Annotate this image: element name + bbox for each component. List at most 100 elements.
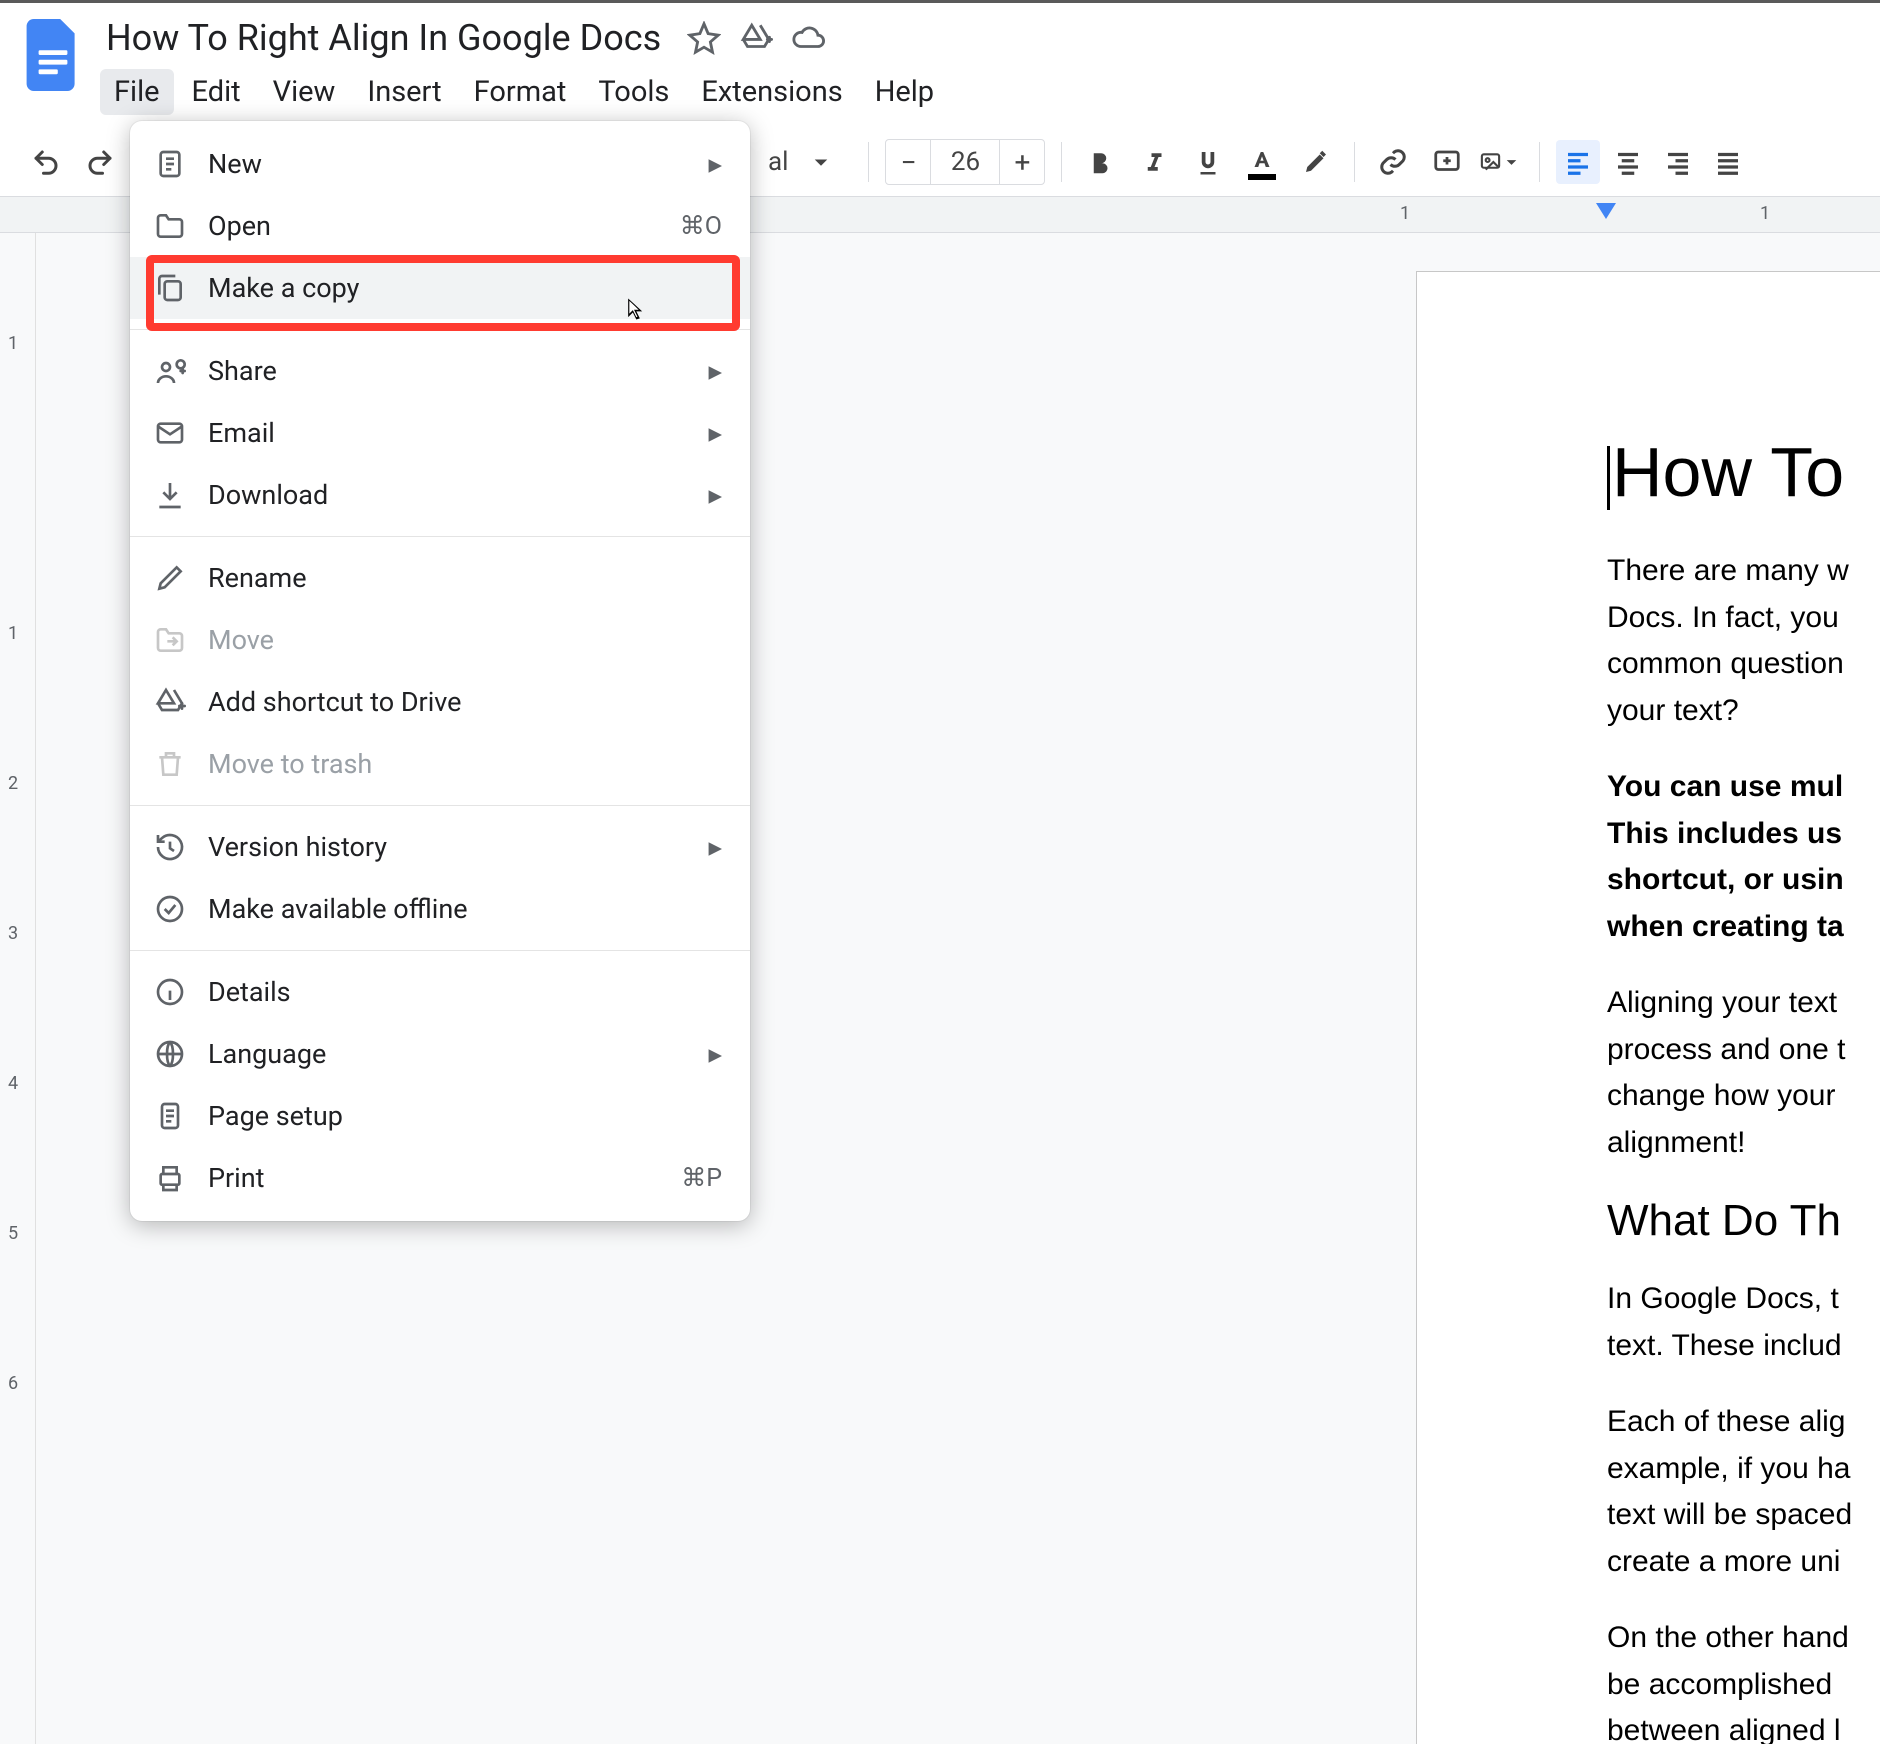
menu-item-label: Details xyxy=(208,976,722,1008)
mail-icon xyxy=(154,417,186,449)
separator xyxy=(1354,142,1355,182)
folder-icon xyxy=(154,210,186,242)
menu-item-version-history[interactable]: Version history ▸ xyxy=(130,816,750,878)
text-caret xyxy=(1607,446,1610,510)
menu-separator xyxy=(130,329,750,330)
menu-item-label: Version history xyxy=(208,831,686,863)
rename-icon xyxy=(154,562,186,594)
menu-item-page-setup[interactable]: Page setup xyxy=(130,1085,750,1147)
menu-item-details[interactable]: Details xyxy=(130,961,750,1023)
menu-help[interactable]: Help xyxy=(861,69,948,115)
doc-paragraph: In Google Docs, t text. These includ xyxy=(1607,1276,1880,1369)
ruler-tick-label: 5 xyxy=(8,1223,18,1244)
menu-item-add-shortcut-to-drive[interactable]: Add shortcut to Drive xyxy=(130,671,750,733)
menu-item-email[interactable]: Email ▸ xyxy=(130,402,750,464)
menu-item-label: Page setup xyxy=(208,1100,722,1132)
menu-item-make-a-copy[interactable]: Make a copy xyxy=(130,257,750,319)
menu-item-label: Add shortcut to Drive xyxy=(208,686,722,718)
menu-edit[interactable]: Edit xyxy=(178,69,255,115)
doc-paragraph: On the other hand be accomplished betwee… xyxy=(1607,1615,1880,1744)
menu-file[interactable]: File xyxy=(100,69,174,115)
ruler-tick-label: 1 xyxy=(8,333,18,354)
align-left-button[interactable] xyxy=(1556,140,1600,184)
document-page[interactable]: How To There are many w Docs. In fact, y… xyxy=(1416,271,1880,1744)
italic-button[interactable] xyxy=(1132,140,1176,184)
ruler-tick-label: 1 xyxy=(1760,203,1770,224)
menu-item-label: Print xyxy=(208,1162,659,1194)
text-color-button[interactable] xyxy=(1240,140,1284,184)
font-size-group: − 26 + xyxy=(885,139,1045,185)
docs-logo-icon[interactable] xyxy=(24,15,82,95)
font-size-increase[interactable]: + xyxy=(1000,140,1044,184)
font-family-select[interactable]: al xyxy=(752,139,852,185)
star-icon[interactable] xyxy=(687,21,721,55)
menu-item-download[interactable]: Download ▸ xyxy=(130,464,750,526)
ruler-tick-label: 4 xyxy=(8,1073,18,1094)
font-size-value[interactable]: 26 xyxy=(930,140,1000,184)
globe-icon xyxy=(154,1038,186,1070)
menubar: File Edit View Insert Format Tools Exten… xyxy=(100,69,1856,115)
submenu-arrow-icon: ▸ xyxy=(708,831,722,863)
menu-separator xyxy=(130,950,750,951)
vertical-ruler[interactable]: 1 1 2 3 4 5 6 xyxy=(0,233,36,1744)
align-center-button[interactable] xyxy=(1606,140,1650,184)
menu-item-label: Make a copy xyxy=(208,272,722,304)
ruler-tick-label: 2 xyxy=(8,773,18,794)
document-title[interactable]: How To Right Align In Google Docs xyxy=(100,15,667,61)
ruler-tick-label: 1 xyxy=(1400,203,1410,224)
doc-icon xyxy=(154,148,186,180)
redo-button[interactable] xyxy=(78,140,122,184)
menu-separator xyxy=(130,805,750,806)
menu-extensions[interactable]: Extensions xyxy=(687,69,856,115)
bold-button[interactable] xyxy=(1078,140,1122,184)
doc-paragraph: There are many w Docs. In fact, you comm… xyxy=(1607,548,1880,734)
menu-item-share[interactable]: Share ▸ xyxy=(130,340,750,402)
ruler-tick-label: 6 xyxy=(8,1373,18,1394)
menu-item-label: Language xyxy=(208,1038,686,1070)
submenu-arrow-icon: ▸ xyxy=(708,1038,722,1070)
menu-item-print[interactable]: Print ⌘P xyxy=(130,1147,750,1209)
menu-item-make-available-offline[interactable]: Make available offline xyxy=(130,878,750,940)
indent-marker-icon[interactable] xyxy=(1594,201,1618,229)
menu-item-shortcut: ⌘O xyxy=(680,211,722,241)
ruler-tick-label: 1 xyxy=(8,623,18,644)
menu-item-label: Share xyxy=(208,355,686,387)
add-comment-button[interactable] xyxy=(1425,140,1469,184)
cloud-status-icon[interactable] xyxy=(791,21,825,55)
doc-paragraph: Aligning your text process and one t cha… xyxy=(1607,980,1880,1166)
drive-add-icon xyxy=(154,686,186,718)
menu-tools[interactable]: Tools xyxy=(584,69,683,115)
page-icon xyxy=(154,1100,186,1132)
menu-view[interactable]: View xyxy=(259,69,350,115)
menu-item-language[interactable]: Language ▸ xyxy=(130,1023,750,1085)
menu-format[interactable]: Format xyxy=(460,69,581,115)
header: How To Right Align In Google Docs File E… xyxy=(0,3,1880,115)
info-icon xyxy=(154,976,186,1008)
menu-item-label: Rename xyxy=(208,562,722,594)
trash-icon xyxy=(154,748,186,780)
submenu-arrow-icon: ▸ xyxy=(708,479,722,511)
menu-insert[interactable]: Insert xyxy=(353,69,455,115)
highlight-button[interactable] xyxy=(1294,140,1338,184)
underline-button[interactable] xyxy=(1186,140,1230,184)
align-right-button[interactable] xyxy=(1656,140,1700,184)
menu-item-shortcut: ⌘P xyxy=(681,1163,722,1193)
move-to-drive-icon[interactable] xyxy=(739,21,773,55)
insert-link-button[interactable] xyxy=(1371,140,1415,184)
insert-image-button[interactable] xyxy=(1479,140,1523,184)
menu-item-open[interactable]: Open ⌘O xyxy=(130,195,750,257)
menu-item-new[interactable]: New ▸ xyxy=(130,133,750,195)
copy-icon xyxy=(154,272,186,304)
file-menu-dropdown: New ▸ Open ⌘O Make a copy Share ▸ Email … xyxy=(130,121,750,1221)
offline-icon xyxy=(154,893,186,925)
align-justify-button[interactable] xyxy=(1706,140,1750,184)
menu-item-rename[interactable]: Rename xyxy=(130,547,750,609)
separator xyxy=(1061,142,1062,182)
print-icon xyxy=(154,1162,186,1194)
move-icon xyxy=(154,624,186,656)
align-group xyxy=(1556,140,1750,184)
text-color-swatch xyxy=(1248,174,1276,180)
undo-button[interactable] xyxy=(24,140,68,184)
menu-item-label: Download xyxy=(208,479,686,511)
font-size-decrease[interactable]: − xyxy=(886,140,930,184)
